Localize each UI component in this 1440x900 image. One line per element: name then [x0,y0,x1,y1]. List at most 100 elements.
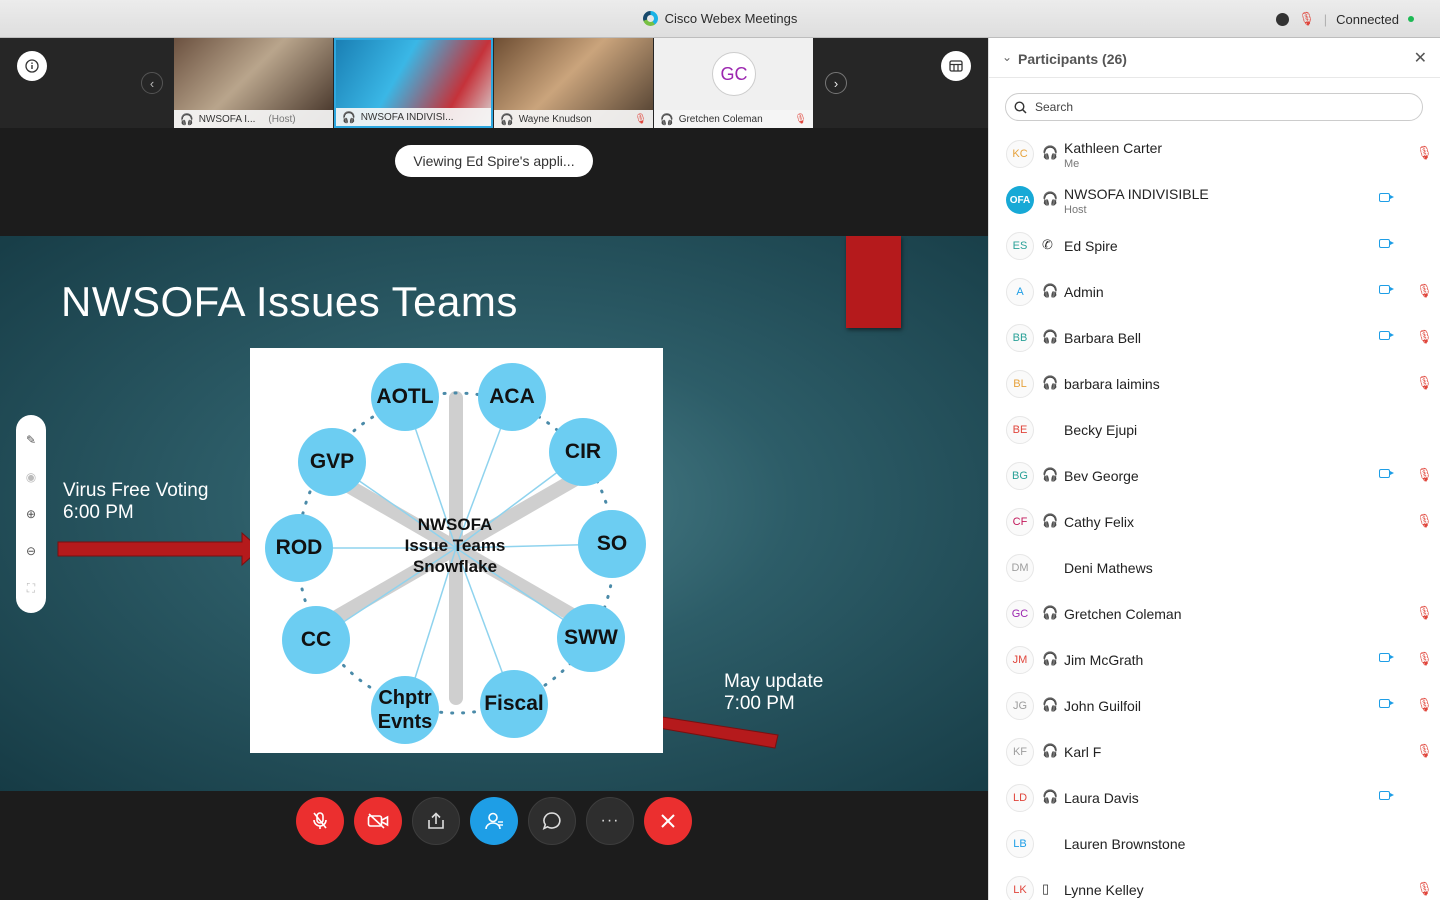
participant-row[interactable]: LD 🎧 Laura Davis [989,775,1440,821]
search-icon [1014,100,1027,114]
info-icon [25,59,39,73]
mic-muted-icon[interactable]: 🎙 [1416,283,1433,299]
participant-row[interactable]: BL 🎧 barbara laimins 🎙 [989,361,1440,407]
participant-name: Bev George [1064,468,1139,484]
viewing-banner[interactable]: Viewing Ed Spire's appli... [395,145,593,177]
mobile-icon: ▯ [1042,881,1050,896]
phone-icon: ✆ [1042,237,1053,252]
info-button[interactable] [17,51,47,81]
participant-row[interactable]: CF 🎧 Cathy Felix 🎙 [989,499,1440,545]
participants-title: Participants (26) [1018,51,1127,67]
participant-name: Barbara Bell [1064,330,1142,346]
video-on-icon [1379,285,1394,294]
strip-next-button[interactable]: › [825,72,847,94]
fit-screen-icon[interactable]: ⛶ [27,581,35,596]
participant-row[interactable]: JG 🎧 John Guilfoil 🎙 [989,683,1440,729]
avatar: BB [1006,324,1034,352]
video-thumbnail-wayne[interactable]: 🎧 Wayne Knudson 🎙 [494,38,653,128]
avatar: GC [1006,600,1034,628]
participant-role: Me [1064,158,1080,170]
participant-row[interactable]: KC 🎧 Kathleen Carter Me 🎙 [989,131,1440,177]
headset-icon: 🎧 [1042,145,1059,160]
mic-muted-icon[interactable]: 🎙 [1298,11,1315,27]
mic-muted-icon[interactable]: 🎙 [1416,467,1433,483]
avatar: OFA [1006,186,1034,214]
participant-row[interactable]: BE Becky Ejupi [989,407,1440,453]
mic-muted-icon[interactable]: 🎙 [1416,513,1433,529]
video-thumbnail-host[interactable]: 🎧 NWSOFA I... (Host) [174,38,333,128]
participant-row[interactable]: GC 🎧 Gretchen Coleman 🎙 [989,591,1440,637]
mic-muted-icon[interactable]: 🎙 [1416,605,1433,621]
headset-icon: 🎧 [342,111,356,124]
avatar: DM [1006,554,1034,582]
video-on-icon [1379,653,1394,662]
mic-muted-icon[interactable]: 🎙 [1416,743,1433,759]
video-on-icon [1379,331,1394,340]
compass-icon[interactable] [1276,12,1290,26]
stop-video-button[interactable] [354,797,402,845]
share-button[interactable] [412,797,460,845]
zoom-out-icon[interactable]: ⊖ [26,544,36,558]
mic-muted-icon[interactable]: 🎙 [1416,651,1433,667]
video-on-icon [1379,239,1394,248]
participant-name: Deni Mathews [1064,560,1153,576]
participant-row[interactable]: A 🎧 Admin 🎙 [989,269,1440,315]
layout-button[interactable] [941,51,971,81]
annotate-pen-icon[interactable]: ✎ [26,433,36,447]
participant-name: Kathleen Carter [1064,140,1163,156]
participant-row[interactable]: LB Lauren Brownstone [989,821,1440,867]
video-thumbnail-gretchen[interactable]: GC 🎧 Gretchen Coleman 🎙 [654,38,813,128]
node-fiscal: Fiscal [480,670,548,738]
participant-name: Lynne Kelley [1064,882,1144,898]
participants-button[interactable] [470,797,518,845]
headset-icon: 🎧 [180,113,194,126]
search-input[interactable] [1035,100,1415,114]
mute-button[interactable] [296,797,344,845]
video-thumbnail-active[interactable]: 🎧 NWSOFA INDIVISI... [334,38,493,128]
avatar: LK [1006,876,1034,900]
participant-name: Karl F [1064,744,1102,760]
collapse-chevron-icon[interactable]: ⌄ [1002,50,1012,64]
mic-muted-icon[interactable]: 🎙 [1416,881,1433,897]
participant-name: Gretchen Coleman [1064,606,1182,622]
avatar: BL [1006,370,1034,398]
participant-row[interactable]: DM Deni Mathews [989,545,1440,591]
thumbnail-caption: 🎧 NWSOFA I... (Host) [174,110,333,128]
participant-name: Ed Spire [1064,238,1118,254]
node-cc: CC [282,606,350,674]
close-panel-button[interactable]: ✕ [1414,48,1427,68]
strip-prev-button[interactable]: ‹ [141,72,163,94]
node-cir: CIR [549,418,617,486]
mic-muted-icon[interactable]: 🎙 [1416,145,1433,161]
leave-button[interactable] [644,797,692,845]
headset-icon: 🎧 [1042,605,1059,620]
participant-row[interactable]: ES ✆ Ed Spire [989,223,1440,269]
participants-icon [485,812,503,830]
participant-row[interactable]: BB 🎧 Barbara Bell 🎙 [989,315,1440,361]
more-button[interactable]: ··· [586,797,634,845]
avatar: LB [1006,830,1034,858]
zoom-in-icon[interactable]: ⊕ [26,507,36,521]
participant-row[interactable]: BG 🎧 Bev George 🎙 [989,453,1440,499]
laser-pointer-icon[interactable]: ◉ [26,470,36,484]
participant-row[interactable]: KF 🎧 Karl F 🎙 [989,729,1440,775]
headset-icon: 🎧 [1042,789,1059,804]
participant-name: NWSOFA INDIVISIBLE [1064,186,1209,202]
mic-muted-icon[interactable]: 🎙 [1416,375,1433,391]
more-icon: ··· [600,812,620,829]
mic-muted-icon[interactable]: 🎙 [1416,329,1433,345]
participant-row[interactable]: OFA 🎧 NWSOFA INDIVISIBLE Host [989,177,1440,223]
participant-search[interactable] [1005,93,1423,121]
video-on-icon [1379,699,1394,708]
chat-icon [542,812,561,831]
participant-list: KC 🎧 Kathleen Carter Me 🎙 OFA 🎧 NWSOFA INDIVISI… [989,131,1440,900]
video-on-icon [1379,791,1394,800]
chat-button[interactable] [528,797,576,845]
participants-panel: ⌄ Participants (26) ✕ KC 🎧 Kathleen Carter… [988,38,1440,900]
avatar: BG [1006,462,1034,490]
webex-logo-icon [642,11,658,26]
node-aotl: AOTL [371,363,439,431]
participant-row[interactable]: LK ▯ Lynne Kelley 🎙 [989,867,1440,900]
mic-muted-icon[interactable]: 🎙 [1416,697,1433,713]
participant-row[interactable]: JM 🎧 Jim McGrath 🎙 [989,637,1440,683]
